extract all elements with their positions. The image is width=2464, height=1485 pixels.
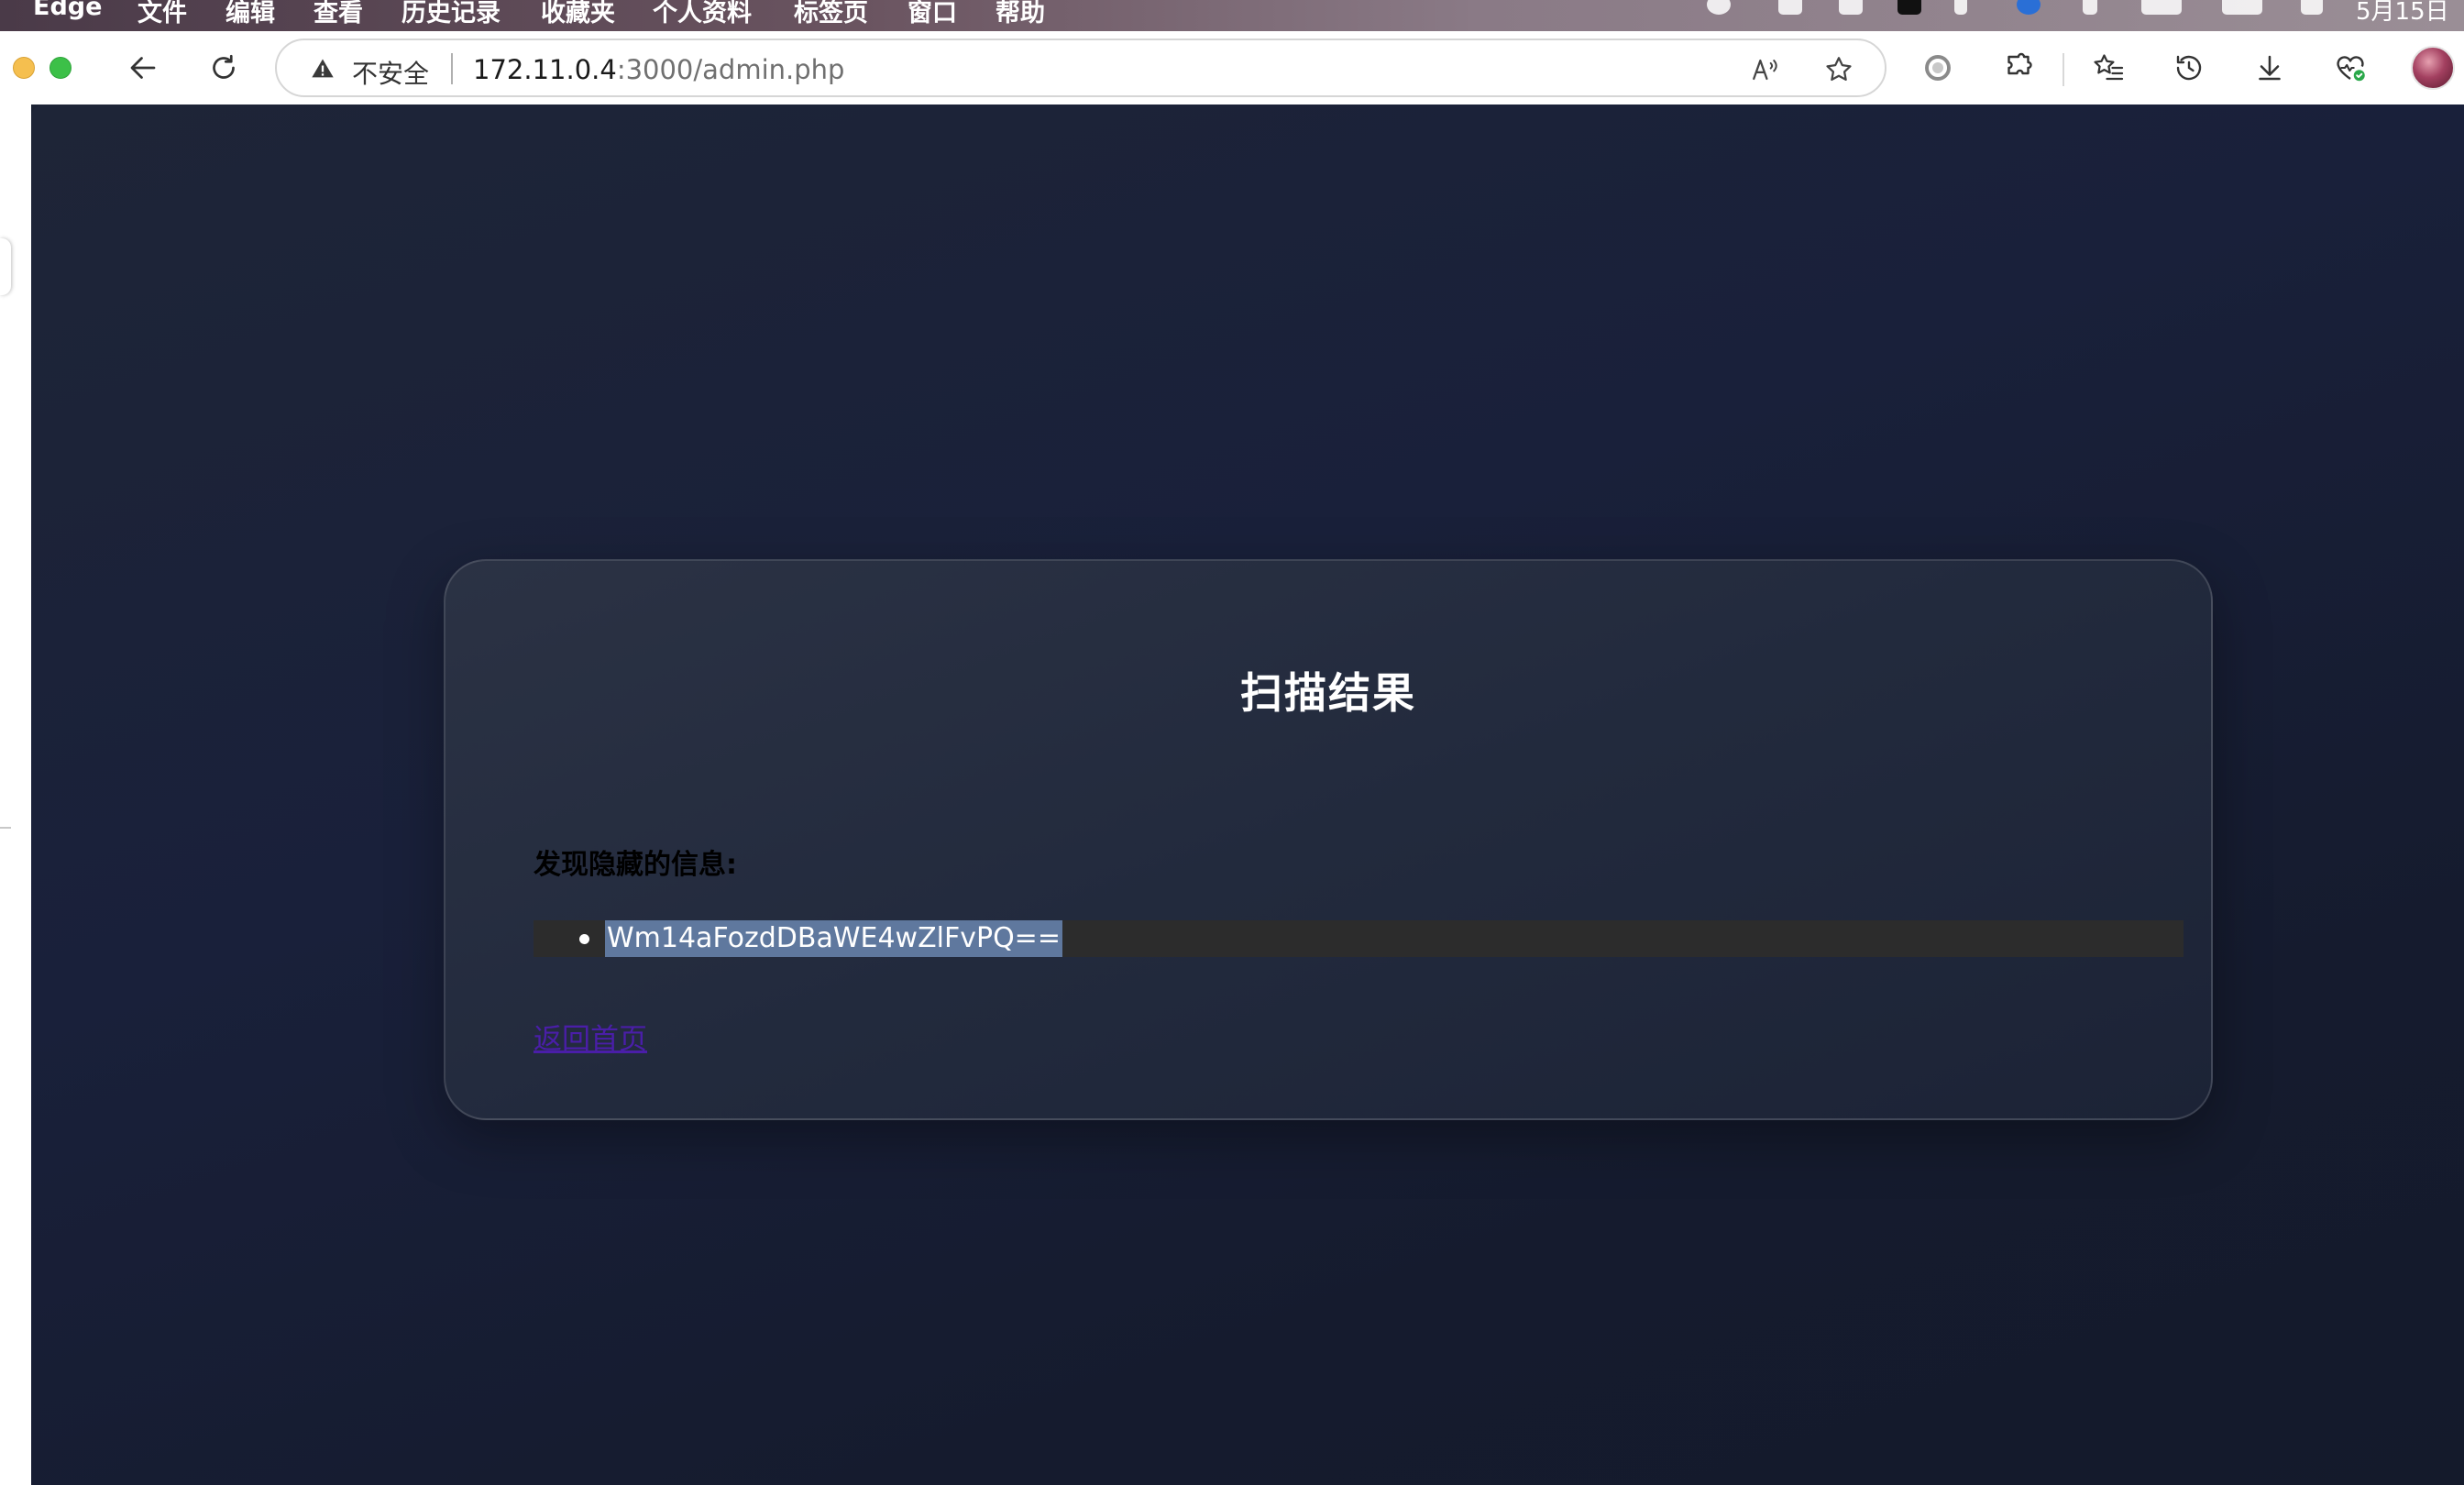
tray-battery-icon[interactable] xyxy=(2222,0,2262,15)
list-bullet xyxy=(579,933,589,944)
window-zoom-button[interactable] xyxy=(50,57,72,79)
browser-essentials-heart-icon xyxy=(2337,56,2365,82)
favorite-button[interactable] xyxy=(1820,51,1857,88)
back-arrow-icon xyxy=(130,57,156,79)
tray-pin-icon[interactable] xyxy=(2083,0,2097,15)
tray-input-method-icon[interactable] xyxy=(2141,0,2182,15)
warning-triangle-icon[interactable] xyxy=(310,56,336,82)
tray-app-icon[interactable] xyxy=(1898,0,1921,15)
menu-tabs[interactable]: 标签页 xyxy=(794,0,868,28)
tray-note-icon[interactable] xyxy=(1778,0,1802,15)
url-path: :3000/admin.php xyxy=(616,54,845,85)
sidebar-pull-tab[interactable] xyxy=(0,238,11,295)
menu-clock[interactable]: 5月15日 xyxy=(2356,0,2464,27)
menu-history[interactable]: 历史记录 xyxy=(402,0,500,28)
reload-button[interactable] xyxy=(200,46,248,90)
read-aloud-button[interactable] xyxy=(1747,51,1784,88)
window-minimize-button[interactable] xyxy=(13,57,35,79)
history-clock-icon xyxy=(2176,55,2202,81)
hidden-info-label: 发现隐藏的信息: xyxy=(534,849,737,881)
profile-avatar[interactable] xyxy=(2411,46,2455,90)
download-icon xyxy=(2259,55,2281,81)
favorites-button[interactable] xyxy=(2084,46,2132,90)
sidebar-divider xyxy=(0,827,11,829)
list-item: Wm14aFozdDBaWE4wZlFvPQ== xyxy=(579,920,1062,957)
reload-icon xyxy=(213,54,235,79)
menu-favorites[interactable]: 收藏夹 xyxy=(541,0,615,28)
back-button[interactable] xyxy=(119,46,167,90)
menu-help[interactable]: 帮助 xyxy=(996,0,1045,28)
history-button[interactable] xyxy=(2165,46,2213,90)
web-page: 扫描结果 发现隐藏的信息: Wm14aFozdDBaWE4wZlFvPQ== 返… xyxy=(31,104,2464,1485)
menu-app-name[interactable]: Edge xyxy=(33,0,102,21)
result-card: 扫描结果 发现隐藏的信息: Wm14aFozdDBaWE4wZlFvPQ== 返… xyxy=(444,559,2213,1120)
extensions-button[interactable] xyxy=(1995,46,2042,90)
tray-control-center-icon[interactable] xyxy=(2301,0,2323,15)
tray-bluetooth-icon[interactable] xyxy=(2017,0,2040,15)
security-status-label[interactable]: 不安全 xyxy=(352,54,429,91)
menu-profile[interactable]: 个人资料 xyxy=(653,0,752,28)
tray-cup-icon[interactable] xyxy=(1839,0,1863,15)
menu-file[interactable]: 文件 xyxy=(138,0,187,28)
toolbar-divider xyxy=(2062,53,2064,86)
result-list: Wm14aFozdDBaWE4wZlFvPQ== xyxy=(534,920,2184,957)
extensions-puzzle-icon xyxy=(2008,52,2032,75)
menu-edit[interactable]: 编辑 xyxy=(226,0,275,28)
url-host: 172.11.0.4 xyxy=(473,54,617,85)
record-icon xyxy=(1925,55,1951,81)
sidebar-edge xyxy=(0,104,31,1485)
back-to-home-link[interactable]: 返回首页 xyxy=(534,1016,647,1057)
tray-download-icon[interactable] xyxy=(1954,0,1967,15)
menu-view[interactable]: 查看 xyxy=(314,0,363,28)
url-text[interactable]: 172.11.0.4:3000/admin.php xyxy=(473,54,844,85)
favorite-star-icon xyxy=(1826,57,1852,82)
address-divider xyxy=(451,53,453,84)
page-title: 扫描结果 xyxy=(1240,668,1416,718)
macos-menu-bar: Edge 文件 编辑 查看 历史记录 收藏夹 个人资料 标签页 窗口 帮助 5月… xyxy=(0,0,2464,31)
menu-window[interactable]: 窗口 xyxy=(908,0,957,28)
browser-toolbar: 不安全 172.11.0.4:3000/admin.php xyxy=(0,31,2464,104)
read-aloud-icon xyxy=(1753,59,1777,81)
result-value[interactable]: Wm14aFozdDBaWE4wZlFvPQ== xyxy=(605,920,1062,957)
record-button[interactable] xyxy=(1914,46,1962,90)
address-bar[interactable]: 不安全 172.11.0.4:3000/admin.php xyxy=(275,38,1886,97)
downloads-button[interactable] xyxy=(2246,46,2294,90)
favorites-list-icon xyxy=(2094,54,2124,81)
browser-essentials-button[interactable] xyxy=(2326,46,2374,90)
tray-status-icon[interactable] xyxy=(1707,0,1731,15)
